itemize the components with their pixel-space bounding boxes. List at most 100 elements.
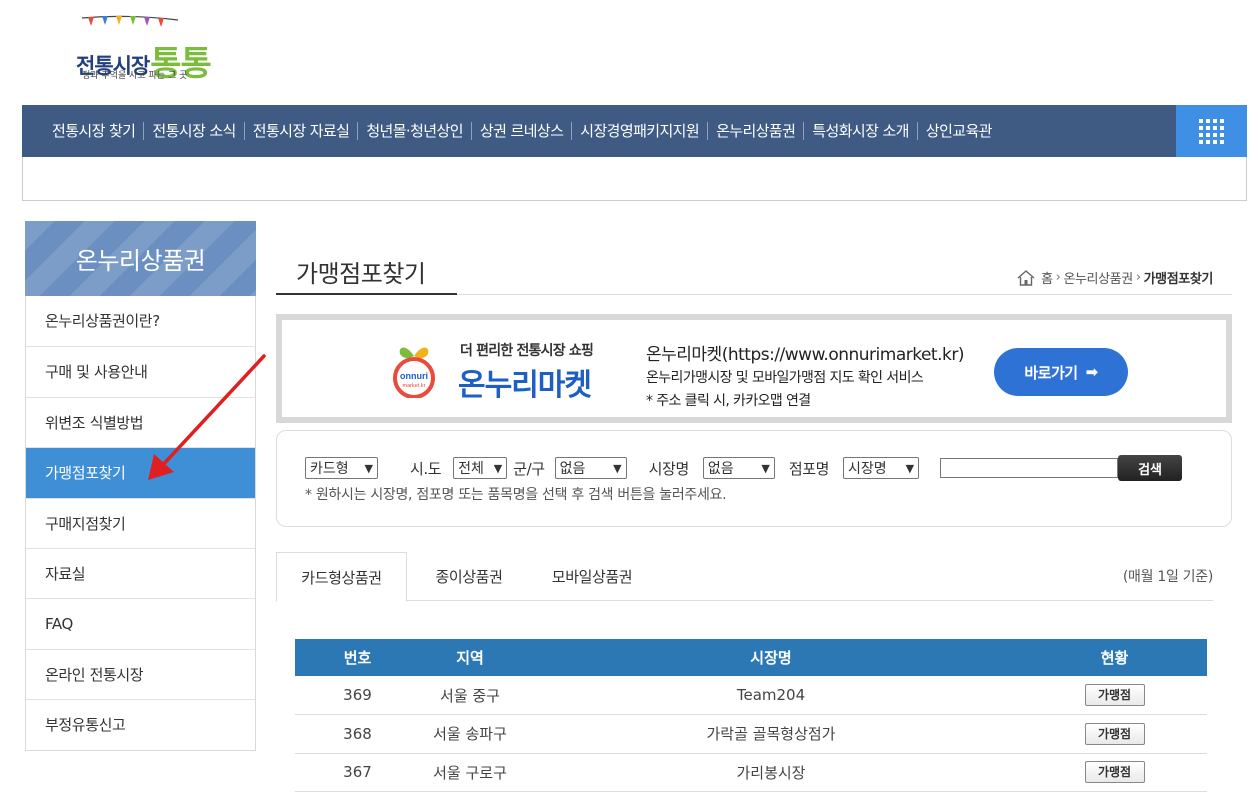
cell-no: 368	[295, 714, 420, 754]
cell-no: 369	[295, 676, 420, 715]
market-table-body: 369 서울 중구 Team204 가맹점 368 서울 송파구 가락골 골목형상점가 가맹점…	[295, 676, 1207, 792]
search-row: 카드형 ▼ 시.도 전체 ▼ 군/구 없음 ▼ 시장명 없음 ▼ 점포명 시장명 ▼ 검색	[305, 455, 1183, 481]
banner-url-text: 온누리마켓(https://www.onnurimarket.kr)	[646, 345, 964, 365]
go-button-label: 바로가기	[1024, 363, 1078, 382]
go-to-market-button[interactable]: 바로가기 ➡	[994, 348, 1128, 396]
sidebar-item[interactable]: 자료실	[26, 547, 255, 598]
market-value: 없음	[707, 461, 734, 477]
chevron-down-icon: ▼	[905, 461, 915, 475]
nav-item[interactable]: 전통시장 소식	[143, 122, 243, 140]
gugun-label: 군/구	[513, 459, 545, 478]
sido-label: 시.도	[410, 459, 442, 478]
nav-item[interactable]: 온누리상품권	[707, 122, 803, 140]
grid-menu-icon	[1199, 118, 1224, 144]
store-list-button[interactable]: 가맹점	[1084, 722, 1145, 745]
breadcrumb: 홈 › 온누리상품권 › 가맹점포찾기	[1017, 268, 1213, 287]
cell-market: 가락골 골목형상점가	[520, 714, 1022, 754]
nav-item[interactable]: 시장경영패키지지원	[571, 122, 707, 140]
nav-item[interactable]: 전통시장 자료실	[243, 122, 358, 140]
breadcrumb-section[interactable]: 온누리상품권	[1063, 268, 1133, 287]
sidebar-item[interactable]: 구매지점찾기	[26, 497, 255, 548]
logo-onnuri-text: onnuri	[400, 371, 428, 381]
nav-item[interactable]: 청년몰·청년상인	[357, 122, 471, 140]
cell-region: 서울 중구	[420, 676, 520, 715]
banner-note-text: * 주소 클릭 시, 카카오맵 연결	[646, 393, 811, 409]
cell-market: 가리봉시장	[520, 753, 1022, 792]
title-divider	[457, 294, 1232, 295]
col-status: 현황	[1022, 639, 1207, 676]
breadcrumb-separator-icon: ›	[1055, 270, 1061, 285]
voucher-tabs: 카드형상품권 종이상품권 모바일상품권 (매월 1일 기준)	[276, 552, 1213, 602]
col-market: 시장명	[520, 639, 1022, 676]
store-list-button[interactable]: 가맹점	[1084, 684, 1145, 706]
home-icon	[1017, 269, 1035, 286]
sido-select[interactable]: 전체 ▼	[453, 457, 508, 479]
gugun-value: 없음	[559, 461, 586, 477]
search-input[interactable]	[940, 458, 1119, 478]
main-nav: 전통시장 찾기 전통시장 소식 전통시장 자료실 청년몰·청년상인 상권 르네상스 시장경…	[22, 105, 1247, 157]
voucher-type-value: 카드형	[310, 461, 349, 477]
voucher-type-select[interactable]: 카드형 ▼	[305, 457, 378, 479]
tab-paper-voucher[interactable]: 종이상품권	[416, 552, 522, 601]
cell-region: 서울 송파구	[420, 714, 520, 754]
nav-item[interactable]: 상인교육관	[916, 122, 1000, 140]
table-row: 367 서울 구로구 가리봉시장 가맹점	[295, 753, 1207, 792]
sidebar-item[interactable]: 온라인 전통시장	[26, 648, 255, 699]
cell-status: 가맹점	[1022, 714, 1207, 754]
page-title: 가맹점포찾기	[276, 240, 457, 295]
search-panel: 카드형 ▼ 시.도 전체 ▼ 군/구 없음 ▼ 시장명 없음 ▼ 점포명 시장명 ▼ 검색…	[276, 430, 1232, 527]
nav-item[interactable]: 특성화시장 소개	[803, 122, 917, 140]
market-select[interactable]: 없음 ▼	[702, 457, 775, 479]
chevron-down-icon: ▼	[761, 461, 770, 475]
col-number: 번호	[295, 639, 420, 676]
cell-status: 가맹점	[1022, 753, 1207, 792]
breadcrumb-separator-icon: ›	[1135, 270, 1141, 285]
sidebar-item[interactable]: 온누리상품권이란?	[26, 296, 255, 346]
banner-desc-text: 온누리가맹시장 및 모바일가맹점 지도 확인 서비스	[646, 370, 924, 386]
cell-status: 가맹점	[1022, 676, 1207, 715]
basis-date-note: (매월 1일 기준)	[1122, 569, 1213, 585]
onnuri-market-banner: onnuri market.kr 더 편리한 전통시장 쇼핑 온누리마켓 온누리…	[276, 314, 1232, 423]
tab-card-voucher[interactable]: 카드형상품권	[276, 552, 407, 602]
store-list-button[interactable]: 가맹점	[1084, 761, 1145, 784]
sido-value: 전체	[458, 461, 484, 477]
table-header-row: 번호 지역 시장명 현황	[295, 639, 1207, 676]
main-nav-list: 전통시장 찾기 전통시장 소식 전통시장 자료실 청년몰·청년상인 상권 르네상스 시장경…	[22, 105, 1247, 157]
annotation-arrow-icon	[148, 354, 266, 480]
sidebar-item[interactable]: FAQ	[26, 598, 255, 648]
arrow-right-icon: ➡	[1085, 363, 1099, 381]
chevron-down-icon: ▼	[493, 461, 503, 475]
breadcrumb-home[interactable]: 홈	[1041, 268, 1053, 287]
chevron-down-icon: ▼	[613, 461, 622, 475]
search-note: * 원하시는 시장명, 점포명 또는 품목명을 선택 후 검색 버튼을 눌러주세…	[305, 487, 727, 503]
breadcrumb-current: 가맹점포찾기	[1143, 272, 1214, 287]
market-table: 번호 지역 시장명 현황 369 서울 중구 Team204 가맹점 368 서울 송파구…	[295, 639, 1207, 792]
nav-item[interactable]: 상권 르네상스	[470, 122, 571, 140]
store-label: 점포명	[788, 459, 830, 478]
gugun-select[interactable]: 없음 ▼	[554, 457, 627, 479]
search-button[interactable]: 검색	[1118, 455, 1183, 481]
logo-market-text: market.kr	[403, 383, 426, 389]
banner-brand: 온누리마켓	[458, 368, 592, 403]
chevron-down-icon: ▼	[364, 461, 373, 475]
market-label: 시장명	[648, 459, 690, 478]
sub-nav-bar	[22, 157, 1247, 201]
table-row: 368 서울 송파구 가락골 골목형상점가 가맹점	[295, 714, 1207, 754]
cell-market: Team204	[520, 676, 1022, 715]
sidebar-item[interactable]: 부정유통신고	[26, 699, 255, 749]
tab-mobile-voucher[interactable]: 모바일상품권	[536, 552, 648, 601]
all-menu-button[interactable]	[1176, 105, 1247, 157]
table-row: 369 서울 중구 Team204 가맹점	[295, 676, 1207, 715]
bunting-icon	[81, 15, 179, 27]
sidebar-title: 온누리상품권	[25, 221, 256, 296]
store-field-value: 시장명	[848, 461, 887, 477]
site-logo[interactable]: 전통시장통통 정과 추억을 사고 파는 그 곳	[76, 12, 226, 87]
banner-tagline: 더 편리한 전통시장 쇼핑	[460, 343, 594, 359]
col-region: 지역	[420, 639, 520, 676]
logo-subtitle: 정과 추억을 사고 파는 그 곳	[82, 71, 188, 81]
onnuri-market-logo-icon: onnuri market.kr	[393, 347, 435, 398]
nav-item[interactable]: 전통시장 찾기	[44, 122, 143, 140]
store-field-select[interactable]: 시장명 ▼	[843, 457, 920, 479]
cell-no: 367	[295, 753, 420, 792]
cell-region: 서울 구로구	[420, 753, 520, 792]
